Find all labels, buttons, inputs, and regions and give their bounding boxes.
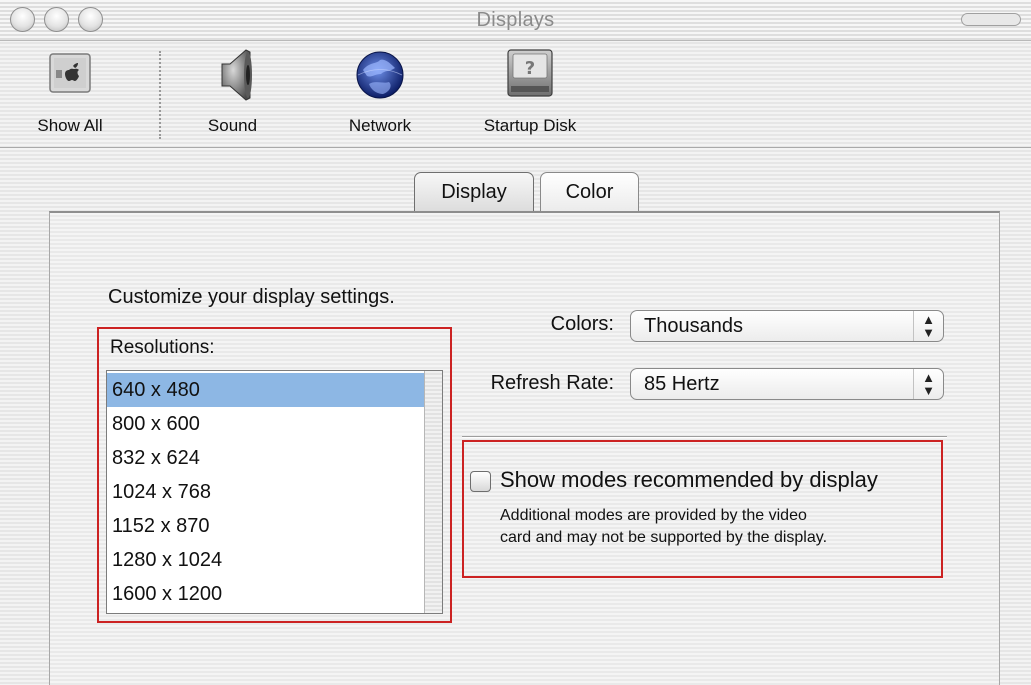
refresh-rate-label: Refresh Rate: (490, 372, 614, 394)
resolutions-highlight-box (97, 327, 452, 623)
section-divider (462, 436, 947, 438)
refresh-rate-popup[interactable]: 85 Hertz ▲ ▼ (630, 368, 944, 400)
popup-arrows-icon: ▲ ▼ (913, 311, 943, 341)
refresh-rate-value: 85 Hertz (644, 373, 720, 395)
toolbar-separator (159, 51, 161, 139)
toolbar-label: Startup Disk (483, 116, 577, 135)
title-bar[interactable]: Displays (0, 0, 1031, 41)
toolbar-label: Show All (37, 116, 103, 135)
tab-display[interactable]: Display (414, 172, 534, 212)
tab-color[interactable]: Color (540, 172, 639, 212)
apple-show-all-icon (49, 53, 91, 93)
colors-label: Colors: (550, 313, 614, 335)
hard-disk-icon: ? (507, 49, 553, 97)
show-modes-highlight-box (462, 440, 943, 578)
popup-arrows-icon: ▲ ▼ (913, 369, 943, 399)
svg-text:?: ? (525, 58, 535, 79)
globe-icon (356, 51, 404, 99)
toolbar-label: Sound (207, 116, 258, 135)
toolbar-label: Network (348, 116, 412, 135)
colors-value: Thousands (644, 315, 743, 337)
panel-heading: Customize your display settings. (108, 286, 395, 308)
speaker-icon (221, 49, 252, 101)
toolbar: Show All Sound Network ? Startup Disk (0, 41, 1031, 148)
displays-window: Displays Show All Sound Network ? Startu… (0, 0, 1031, 685)
colors-popup[interactable]: Thousands ▲ ▼ (630, 310, 944, 342)
window-title: Displays (476, 9, 555, 31)
toolbar-toggle-button[interactable] (961, 13, 1021, 26)
